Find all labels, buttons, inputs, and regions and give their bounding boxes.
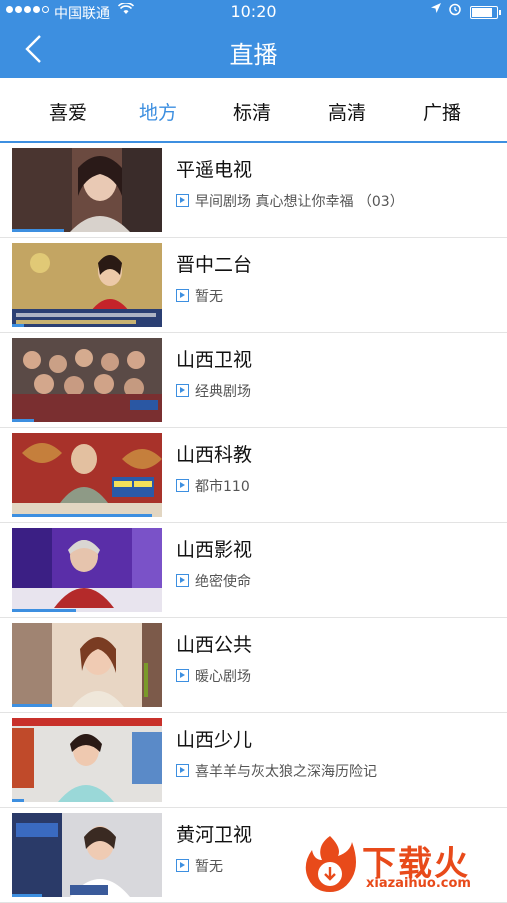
- tab-radio[interactable]: 广播: [402, 98, 482, 125]
- channel-name: 山西少儿: [176, 729, 253, 751]
- channel-thumbnail: [12, 243, 162, 327]
- play-icon: [176, 194, 189, 207]
- channel-name: 晋中二台: [176, 254, 253, 276]
- program-info: 经典剧场: [176, 381, 251, 401]
- program-title: 暖心剧场: [195, 669, 251, 685]
- program-info: 暂无: [176, 856, 223, 876]
- channel-name: 山西公共: [176, 634, 253, 656]
- play-icon: [176, 669, 189, 682]
- program-title: 暂无: [195, 289, 223, 305]
- channel-row[interactable]: 山西卫视 经典剧场: [0, 333, 507, 428]
- play-icon: [176, 384, 189, 397]
- program-title: 喜羊羊与灰太狼之深海历险记: [195, 764, 377, 780]
- program-info: 喜羊羊与灰太狼之深海历险记: [176, 761, 377, 781]
- channel-row[interactable]: 山西公共 暖心剧场: [0, 618, 507, 713]
- play-icon: [176, 479, 189, 492]
- channel-name: 山西卫视: [176, 349, 253, 371]
- program-info: 都市110: [176, 476, 250, 496]
- program-title: 都市110: [195, 479, 250, 495]
- flame-logo-icon: [302, 834, 358, 894]
- program-title: 早间剧场 真心想让你幸福 （03）: [195, 194, 404, 210]
- channel-name: 山西科教: [176, 444, 253, 466]
- channel-row[interactable]: 山西影视 绝密使命: [0, 523, 507, 618]
- battery-icon: [470, 6, 501, 19]
- channel-name: 山西影视: [176, 539, 253, 561]
- channel-thumbnail: [12, 813, 162, 897]
- tab-hd[interactable]: 高清: [307, 98, 387, 125]
- channel-thumbnail: [12, 623, 162, 707]
- program-title: 绝密使命: [195, 574, 251, 590]
- program-info: 暖心剧场: [176, 666, 251, 686]
- status-bar: 中国联通 10:20: [0, 0, 507, 24]
- program-info: 绝密使命: [176, 571, 251, 591]
- channel-name: 黄河卫视: [176, 824, 253, 846]
- play-icon: [176, 574, 189, 587]
- channel-thumbnail: [12, 148, 162, 232]
- page-title: 直播: [229, 41, 278, 69]
- tab-favorites[interactable]: 喜爱: [28, 98, 108, 125]
- category-tabs: 喜爱 地方 标清 高清 广播: [0, 78, 507, 143]
- tab-sd[interactable]: 标清: [212, 98, 292, 125]
- app-header: 中国联通 10:20 直播: [0, 0, 507, 78]
- channel-row[interactable]: 山西少儿 喜羊羊与灰太狼之深海历险记: [0, 713, 507, 808]
- program-title: 暂无: [195, 859, 223, 875]
- alarm-icon: [448, 2, 462, 20]
- location-icon: [430, 2, 442, 18]
- tab-local[interactable]: 地方: [118, 98, 198, 125]
- channel-row[interactable]: 山西科教 都市110: [0, 428, 507, 523]
- channel-thumbnail: [12, 433, 162, 517]
- program-info: 早间剧场 真心想让你幸福 （03）: [176, 191, 404, 211]
- channel-row[interactable]: 平遥电视 早间剧场 真心想让你幸福 （03）: [0, 143, 507, 238]
- play-icon: [176, 859, 189, 872]
- channel-thumbnail: [12, 528, 162, 612]
- program-info: 暂无: [176, 286, 223, 306]
- watermark: 下载火 xiazaihuo.com: [300, 832, 505, 898]
- channel-thumbnail: [12, 718, 162, 802]
- channel-name: 平遥电视: [176, 159, 253, 181]
- channel-row[interactable]: 晋中二台 暂无: [0, 238, 507, 333]
- play-icon: [176, 289, 189, 302]
- watermark-url: xiazaihuo.com: [366, 876, 471, 891]
- program-title: 经典剧场: [195, 384, 251, 400]
- channel-thumbnail: [12, 338, 162, 422]
- play-icon: [176, 764, 189, 777]
